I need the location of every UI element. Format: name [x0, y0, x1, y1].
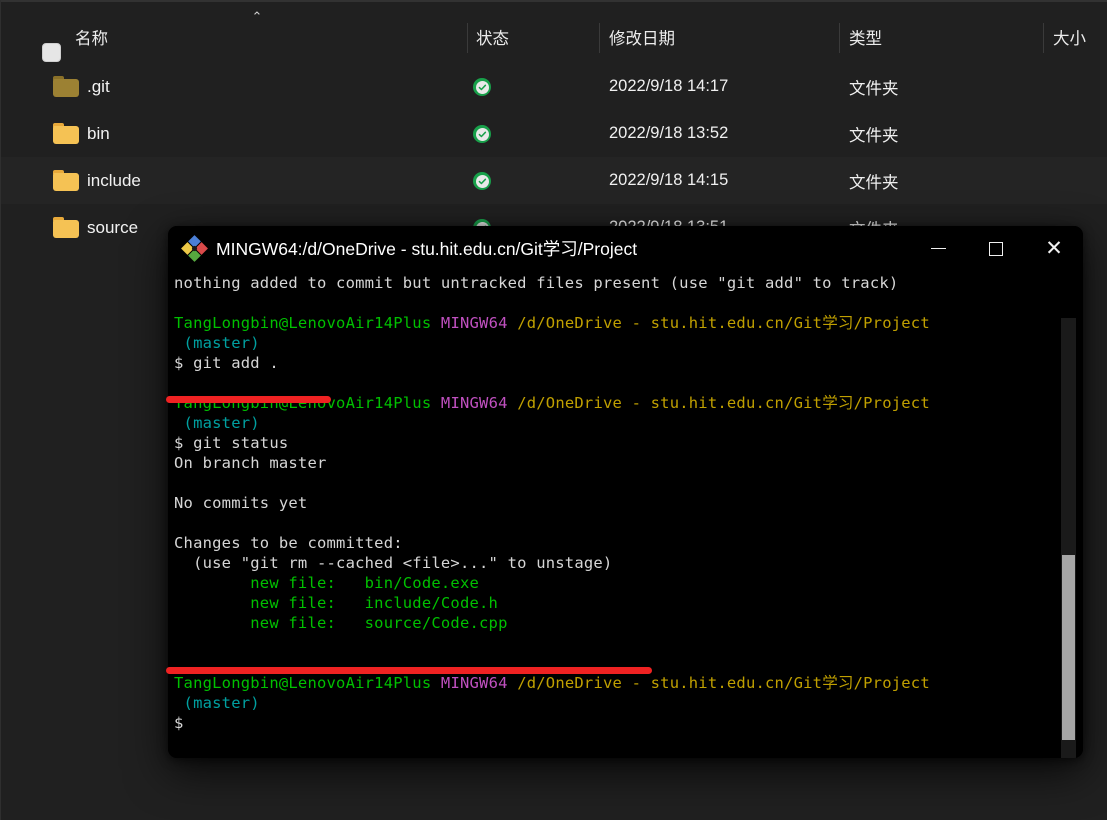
type-cell: 文件夹 — [849, 173, 899, 192]
terminal-output-line: No commits yet — [174, 494, 308, 512]
window-controls: ✕ — [909, 226, 1083, 271]
modified-date-cell: 2022/9/18 13:52 — [609, 124, 729, 142]
terminal-output-line: Changes to be committed: — [174, 534, 403, 552]
select-all-checkbox[interactable] — [42, 43, 61, 62]
terminal-staged-file-line: new file: bin/Code.exe — [174, 574, 480, 592]
maximize-button[interactable] — [967, 226, 1025, 271]
modified-date-cell: 2022/9/18 14:15 — [609, 171, 729, 189]
header-divider-1[interactable] — [467, 23, 468, 53]
minimize-button[interactable] — [909, 226, 967, 271]
terminal-branch-line: (master) — [174, 694, 260, 712]
terminal-staged-file-line: new file: include/Code.h — [174, 594, 499, 612]
column-header-date[interactable]: 修改日期 — [609, 18, 675, 56]
explorer-column-header: 名称 状态 修改日期 类型 大小 — [1, 18, 1107, 62]
type-cell: 文件夹 — [849, 79, 899, 98]
mingw64-terminal-window[interactable]: MINGW64:/d/OneDrive - stu.hit.edu.cn/Git… — [168, 226, 1083, 758]
terminal-command-line: $ git status — [174, 434, 289, 452]
terminal-text-content: nothing added to commit but untracked fi… — [174, 273, 1064, 733]
column-header-type[interactable]: 类型 — [849, 18, 882, 56]
screen-root: ⌃ 名称 状态 修改日期 类型 大小 .git 2022/9/18 14:17 文件… — [0, 0, 1107, 820]
terminal-output-line: (use "git rm --cached <file>..." to unst… — [174, 554, 613, 572]
terminal-input-line[interactable]: $ — [174, 713, 1064, 733]
redline-staged-files — [166, 667, 652, 674]
column-header-name[interactable]: 名称 — [75, 18, 108, 56]
terminal-prompt-line: TangLongbin@LenovoAir14Plus MINGW64 /d/O… — [174, 314, 930, 332]
file-name-label[interactable]: include — [87, 157, 141, 204]
redline-git-add — [166, 396, 331, 403]
header-divider-4[interactable] — [1043, 23, 1044, 53]
folder-icon — [53, 123, 79, 144]
terminal-prompt-line: TangLongbin@LenovoAir14Plus MINGW64 /d/O… — [174, 674, 930, 692]
sync-status-check-icon — [473, 125, 491, 143]
sync-status-check-icon — [473, 172, 491, 190]
explorer-row[interactable]: include 2022/9/18 14:15 文件夹 — [1, 157, 1107, 204]
terminal-output-area[interactable]: nothing added to commit but untracked fi… — [168, 271, 1083, 758]
terminal-scrollbar[interactable] — [1061, 318, 1076, 758]
close-button[interactable]: ✕ — [1025, 226, 1083, 271]
explorer-row[interactable]: bin 2022/9/18 13:52 文件夹 — [1, 110, 1107, 157]
terminal-branch-line: (master) — [174, 334, 260, 352]
file-name-label[interactable]: source — [87, 204, 138, 251]
terminal-staged-file-line: new file: source/Code.cpp — [174, 614, 508, 632]
folder-icon — [53, 217, 79, 238]
explorer-row[interactable]: .git 2022/9/18 14:17 文件夹 — [1, 63, 1107, 110]
sync-status-check-icon — [473, 78, 491, 96]
folder-icon — [53, 170, 79, 191]
folder-icon — [53, 76, 79, 97]
explorer-top-divider — [1, 0, 1107, 2]
terminal-scrollbar-thumb[interactable] — [1062, 555, 1075, 740]
file-name-label[interactable]: bin — [87, 110, 110, 157]
column-header-status[interactable]: 状态 — [476, 18, 509, 56]
header-divider-3[interactable] — [839, 23, 840, 53]
minimize-icon — [930, 248, 946, 249]
terminal-branch-line: (master) — [174, 414, 260, 432]
column-header-size[interactable]: 大小 — [1053, 18, 1086, 56]
header-divider-2[interactable] — [599, 23, 600, 53]
type-cell: 文件夹 — [849, 126, 899, 145]
terminal-output-line: nothing added to commit but untracked fi… — [174, 274, 899, 292]
mingw-diamond-icon — [181, 235, 208, 262]
close-icon: ✕ — [1045, 237, 1063, 260]
terminal-title-bar[interactable]: MINGW64:/d/OneDrive - stu.hit.edu.cn/Git… — [168, 226, 1083, 271]
file-name-label[interactable]: .git — [87, 63, 110, 110]
terminal-output-line: On branch master — [174, 454, 327, 472]
terminal-title-text: MINGW64:/d/OneDrive - stu.hit.edu.cn/Git… — [216, 239, 638, 259]
modified-date-cell: 2022/9/18 14:17 — [609, 77, 729, 95]
maximize-icon — [989, 241, 1003, 256]
terminal-command-line: $ git add . — [174, 354, 279, 372]
